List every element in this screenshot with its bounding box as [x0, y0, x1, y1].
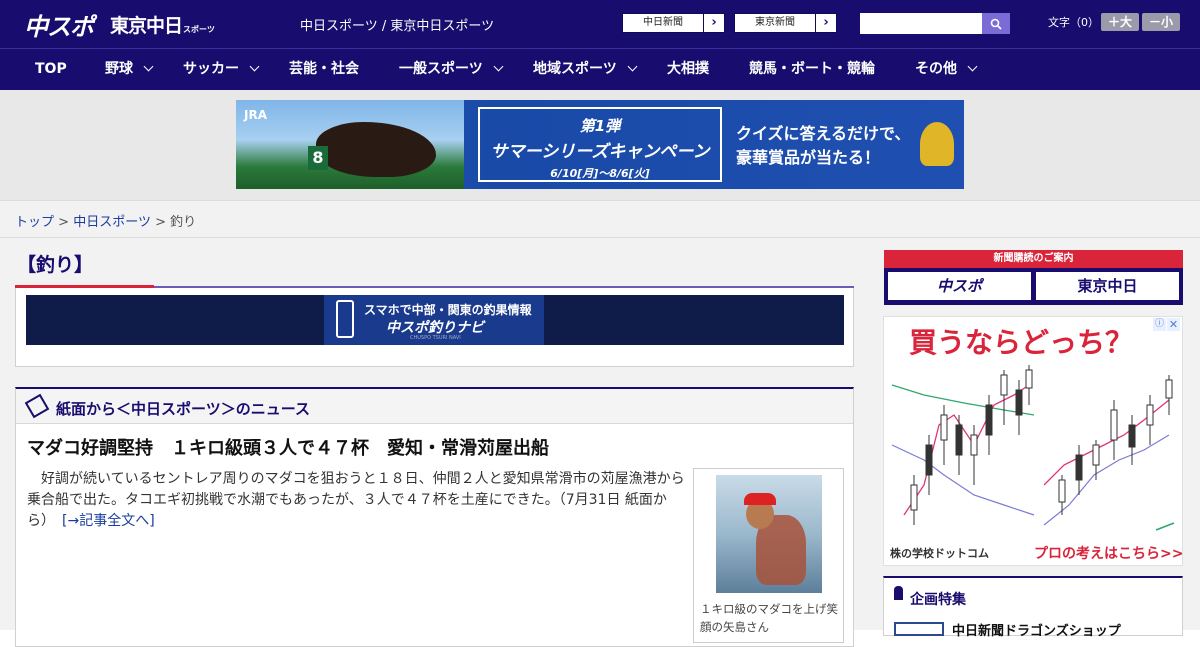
jra-campaign-banner[interactable]: 8 JRA 第1弾 サマーシリーズキャンペーン 6/10[月]～8/6[火] ク… — [236, 100, 964, 189]
top-header: 中スポ 東京中日スポーツ 中日スポーツ / 東京中日スポーツ 中日新聞 › 東京… — [0, 0, 1200, 48]
chevron-down-icon — [143, 61, 154, 72]
horse-image — [316, 122, 436, 177]
news-section-title: 紙面から＜中日スポーツ＞のニュース — [56, 400, 310, 418]
chevron-down-icon — [627, 61, 638, 72]
chuspo-logo[interactable]: 中スポ — [24, 7, 94, 42]
top-ad-area: 8 JRA 第1弾 サマーシリーズキャンペーン 6/10[月]～8/6[火] ク… — [0, 90, 1200, 200]
chevron-down-icon — [967, 61, 978, 72]
breadcrumb-bar: トップ > 中日スポーツ > 釣り — [0, 200, 1200, 238]
article-photo-box: １キロ級のマダコを上げ笑顔の矢島さん — [693, 468, 844, 643]
tsuri-banner-line-3: CHUSPO TSURI NAVI — [410, 335, 461, 341]
sidebar-ad[interactable]: ⓘ ✕ 買うならどっち？ 株の学校ドットコム プロの考えはこちら>>> — [883, 316, 1183, 566]
ad-headline: 買うならどっち？ — [909, 326, 1134, 359]
newspaper-icon — [24, 393, 50, 419]
ad-footer-logo: 株の学校ドットコム — [890, 547, 989, 560]
nav-label: 大相撲 — [667, 61, 709, 77]
campaign-title-box: 第1弾 サマーシリーズキャンペーン 6/10[月]～8/6[火] — [478, 107, 722, 182]
news-section: 紙面から＜中日スポーツ＞のニュース マダコ好調堅持 １キロ級頭３人で４７杯 愛知… — [15, 387, 854, 647]
smartphone-icon — [336, 300, 354, 338]
paper-link-label: 東京新聞 — [755, 17, 795, 28]
nav-item-entertainment[interactable]: 芸能・社会 — [289, 49, 359, 90]
paper-link-label: 中日新聞 — [643, 17, 683, 28]
article-photo[interactable] — [716, 475, 822, 593]
breadcrumb: トップ > 中日スポーツ > 釣り — [15, 211, 196, 230]
feature-thumbnail[interactable] — [894, 622, 944, 636]
search-button[interactable] — [982, 13, 1010, 34]
tsuri-navi-box: スマホで中部・関東の釣果情報 中スポ釣りナビ CHUSPO TSURI NAVI — [15, 288, 854, 367]
tokyo-chunichi-logo[interactable]: 東京中日スポーツ — [110, 11, 215, 38]
ad-cta-link[interactable]: プロの考えはこちら>>> — [1034, 543, 1182, 563]
breadcrumb-section[interactable]: 中日スポーツ — [73, 215, 151, 230]
search-input[interactable] — [860, 13, 982, 34]
special-features-box: 企画特集 中日新聞ドラゴンズショップ — [883, 576, 1183, 639]
subscription-box: 新聞購読のご案内 中スポ 東京中日 — [884, 250, 1183, 305]
nav-label: 野球 — [105, 61, 133, 77]
ad-info-icon[interactable]: ⓘ — [1153, 318, 1166, 331]
font-larger-button[interactable]: ＋大 — [1101, 13, 1139, 31]
ad-footer: 株の学校ドットコム プロの考えはこちら>>> — [884, 539, 1182, 565]
subscription-header: 新聞購読のご案内 — [884, 250, 1183, 268]
angler-cap-image — [744, 493, 776, 505]
stock-chart-graphic — [884, 365, 1182, 537]
campaign-quiz-text: クイズに答えるだけで、 豪華賞品が当たる！ — [736, 122, 910, 170]
tokyo-shimbun-link[interactable]: 東京新聞 › — [734, 13, 837, 33]
read-more-link[interactable]: [→記事全文へ] — [62, 513, 155, 529]
nav-item-top[interactable]: TOP — [35, 49, 67, 90]
tsuri-banner-line-2: 中スポ釣りナビ — [386, 320, 484, 336]
trophy-icon — [920, 122, 954, 166]
article-title[interactable]: マダコ好調堅持 １キロ級頭３人で４７杯 愛知・常滑苅屋出船 — [27, 434, 549, 460]
quiz-line-1: クイズに答えるだけで、 — [736, 124, 911, 143]
nav-label: 一般スポーツ — [399, 61, 483, 77]
chevron-down-icon — [493, 61, 504, 72]
campaign-dates: 6/10[月]～8/6[火] — [550, 167, 650, 180]
nav-label: 競馬・ボート・競輪 — [749, 61, 875, 77]
nav-item-local-sports[interactable]: 地域スポーツ — [533, 49, 638, 90]
jra-logo: JRA — [244, 108, 267, 122]
main-nav: TOP 野球 サッカー 芸能・社会 一般スポーツ 地域スポーツ 大相撲 競馬・ボ… — [0, 48, 1200, 90]
nav-item-sumo[interactable]: 大相撲 — [667, 49, 709, 90]
quiz-line-2: 豪華賞品が当たる！ — [736, 148, 881, 167]
breadcrumb-current: 釣り — [170, 215, 197, 230]
photo-caption: １キロ級のマダコを上げ笑顔の矢島さん — [700, 602, 838, 634]
nav-item-keiba[interactable]: 競馬・ボート・競輪 — [749, 49, 875, 90]
tsuri-banner-line-1: スマホで中部・関東の釣果情報 — [364, 303, 532, 317]
article-summary: 好調が続いているセントレア周りのマダコを狙おうと１８日、仲間２人と愛知県常滑市の… — [27, 469, 687, 532]
breadcrumb-separator: > — [58, 215, 70, 230]
breadcrumb-home[interactable]: トップ — [15, 215, 54, 230]
nav-item-baseball[interactable]: 野球 — [105, 49, 154, 90]
nav-item-soccer[interactable]: サッカー — [183, 49, 260, 90]
font-smaller-button[interactable]: －小 — [1142, 13, 1180, 31]
search-icon — [990, 18, 1002, 30]
nav-label: 地域スポーツ — [533, 61, 617, 77]
tokyo-logo-text: 東京中日 — [110, 15, 183, 37]
nav-label: サッカー — [183, 61, 239, 77]
tsuri-navi-banner[interactable]: スマホで中部・関東の釣果情報 中スポ釣りナビ CHUSPO TSURI NAVI — [26, 295, 844, 345]
special-features-title: 企画特集 — [910, 592, 966, 608]
horse-number: 8 — [308, 146, 328, 170]
page-title: 【釣り】 — [17, 254, 94, 276]
subscribe-chuspo-button[interactable]: 中スポ — [888, 272, 1031, 300]
nav-label: その他 — [915, 61, 957, 77]
campaign-round: 第1弾 — [579, 117, 621, 135]
chevron-right-icon: › — [703, 14, 724, 32]
nav-label: TOP — [35, 61, 67, 77]
ribbon-icon — [894, 586, 903, 600]
font-size-label: 文字（0） — [1048, 16, 1099, 29]
subscribe-tokyo-button[interactable]: 東京中日 — [1036, 272, 1179, 300]
campaign-name: サマーシリーズキャンペーン — [490, 142, 710, 162]
chunichi-shimbun-link[interactable]: 中日新聞 › — [622, 13, 725, 33]
breadcrumb-separator: > — [155, 215, 166, 230]
news-section-header: 紙面から＜中日スポーツ＞のニュース — [16, 389, 853, 424]
chevron-down-icon — [249, 61, 260, 72]
tokyo-logo-sub: スポーツ — [183, 25, 215, 34]
chevron-right-icon: › — [815, 14, 836, 32]
tsuri-navi-inner: スマホで中部・関東の釣果情報 中スポ釣りナビ CHUSPO TSURI NAVI — [324, 295, 544, 345]
ad-close-icon[interactable]: ✕ — [1167, 318, 1180, 331]
nav-label: 芸能・社会 — [289, 61, 359, 77]
racehorse-photo: 8 JRA — [236, 100, 464, 189]
nav-item-general-sports[interactable]: 一般スポーツ — [399, 49, 504, 90]
nav-item-other[interactable]: その他 — [915, 49, 978, 90]
site-title: 中日スポーツ / 東京中日スポーツ — [300, 19, 495, 34]
